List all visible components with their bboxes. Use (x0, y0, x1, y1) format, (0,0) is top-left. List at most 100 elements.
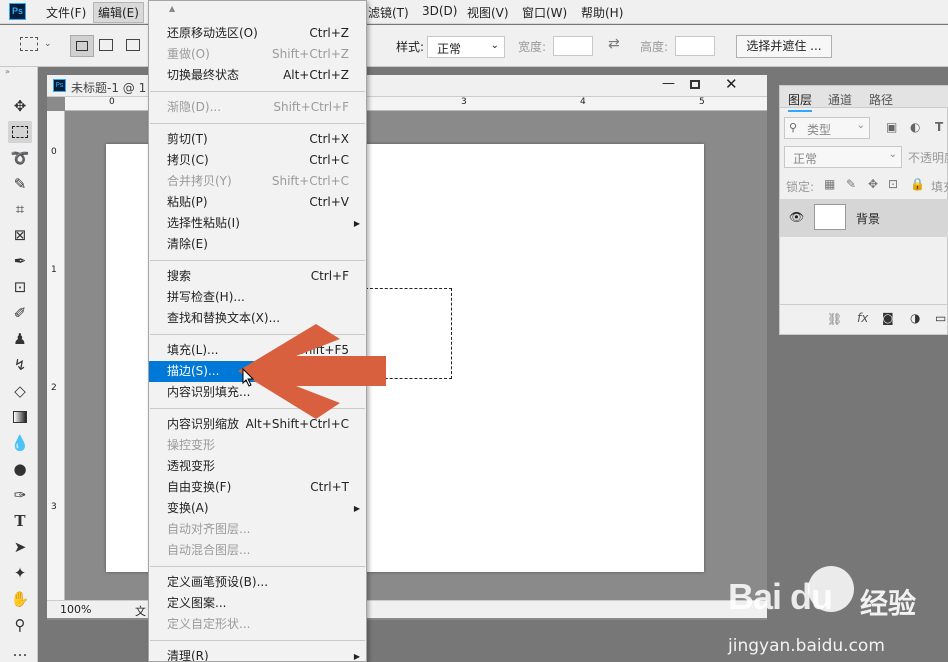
height-label: 高度: (640, 40, 669, 54)
type-tool-icon[interactable]: T (8, 510, 32, 532)
menu-item[interactable]: 拷贝(C) Ctrl+C (149, 150, 366, 171)
marquee-tool-icon[interactable] (20, 37, 38, 51)
menu-view[interactable]: 视图(V) (467, 4, 509, 21)
menu-item[interactable]: 切换最终状态 Alt+Ctrl+Z (149, 65, 366, 86)
menu-item[interactable]: 选择性粘贴(I) ▶ (149, 213, 366, 234)
lock-all-icon[interactable]: 🔒 (910, 177, 925, 191)
more-tools-icon[interactable]: … (8, 640, 32, 662)
healing-brush-tool-icon[interactable]: ⊡ (8, 276, 32, 298)
link-icon[interactable]: ⛓ (827, 312, 842, 326)
quick-select-tool-icon[interactable]: ✎ (8, 173, 32, 195)
menu-item-label: 内容识别缩放 (167, 417, 240, 431)
eye-icon[interactable]: 👁 (789, 210, 804, 224)
menu-item-label: 拷贝(C) (167, 153, 209, 167)
tab-paths[interactable]: 路径 (869, 91, 893, 108)
menu-item-shortcut: Shift+Ctrl+C (271, 174, 349, 188)
height-input[interactable] (675, 36, 715, 56)
history-brush-tool-icon[interactable]: ↯ (8, 354, 32, 376)
lock-position-icon[interactable]: ✥ (868, 177, 878, 191)
clone-stamp-tool-icon[interactable]: ♟ (8, 328, 32, 350)
menu-item[interactable]: 定义图案... (149, 593, 366, 614)
tab-channels[interactable]: 通道 (828, 91, 852, 108)
gradient-tool-icon[interactable] (8, 406, 32, 428)
ruler-tick: 0 (51, 147, 57, 157)
pen-tool-icon[interactable]: ✑ (8, 484, 32, 506)
doc-info[interactable]: 文 (135, 603, 146, 619)
menu-item-label: 操控变形 (167, 438, 216, 452)
ruler-tick: 1 (51, 265, 57, 275)
brush-tool-icon[interactable]: ✐ (8, 302, 32, 324)
select-and-mask-button[interactable]: 选择并遮住 ... (736, 35, 832, 58)
lock-image-icon[interactable]: ✎ (846, 177, 856, 191)
menu-item[interactable]: 搜索 Ctrl+F (149, 266, 366, 287)
blend-mode-select[interactable]: 正常 ⌄ (784, 146, 902, 168)
fx-icon[interactable]: fx (857, 311, 868, 325)
menu-window[interactable]: 窗口(W) (522, 4, 567, 21)
minimize-icon[interactable]: — (662, 76, 675, 91)
eyedropper-tool-icon[interactable]: ✒ (8, 250, 32, 272)
layer-name: 背景 (856, 212, 881, 226)
menu-item[interactable]: 粘贴(P) Ctrl+V (149, 192, 366, 213)
style-select[interactable]: 正常 ⌄ (427, 36, 505, 58)
lock-transparent-icon[interactable]: ▦ (824, 177, 835, 191)
submenu-arrow-icon: ▶ (353, 219, 360, 228)
blend-mode-value: 正常 (793, 152, 818, 166)
crop-tool-icon[interactable]: ⌗ (8, 198, 32, 220)
menu-item[interactable]: 剪切(T) Ctrl+X (149, 129, 366, 150)
swap-icon[interactable]: ⇄ (608, 36, 620, 52)
chevron-down-icon[interactable]: ⌄ (44, 39, 52, 49)
path-selection-tool-icon[interactable]: ➤ (8, 536, 32, 558)
layer-row[interactable]: 👁 背景 (780, 199, 948, 237)
menu-file[interactable]: 文件(F) (46, 4, 86, 21)
menu-item-label: 定义图案... (167, 596, 227, 610)
eraser-tool-icon[interactable]: ◇ (8, 380, 32, 402)
dodge-tool-icon[interactable]: ● (8, 458, 32, 480)
menu-item[interactable]: 清理(R) ▶ (149, 646, 366, 662)
custom-shape-tool-icon[interactable]: ✦ (8, 562, 32, 584)
subtract-selection-button[interactable] (126, 39, 140, 51)
new-selection-button[interactable] (70, 35, 94, 57)
menu-item-shortcut: Ctrl+T (310, 480, 349, 494)
scroll-up-icon[interactable]: ▲ (169, 4, 175, 13)
menu-item[interactable]: 清除(E) (149, 234, 366, 255)
adjustment-icon[interactable]: ◑ (910, 311, 920, 325)
menu-item-shortcut: Ctrl+Z (309, 26, 349, 40)
menu-item[interactable]: 自由变换(F) Ctrl+T (149, 477, 366, 498)
lasso-tool-icon[interactable]: ➰ (8, 147, 32, 169)
type-filter-icon[interactable]: T (935, 120, 943, 134)
menu-3d[interactable]: 3D(D) (422, 4, 457, 18)
menu-item[interactable]: 变换(A) ▶ (149, 498, 366, 519)
zoom-level[interactable]: 100% (60, 603, 91, 616)
zoom-tool-icon[interactable]: ⚲ (8, 614, 32, 636)
frame-tool-icon[interactable]: ⊠ (8, 224, 32, 246)
lock-artboard-icon[interactable]: ⊡ (888, 177, 898, 191)
tools-panel: » ✥ ➰ ✎ ⌗ ⊠ ✒ ⊡ ✐ ♟ ↯ ◇ 💧 ● ✑ T ➤ ✦ ✋ ⚲ … (0, 67, 38, 662)
menu-item-label: 清理(R) (167, 649, 209, 662)
menu-help[interactable]: 帮助(H) (581, 4, 623, 21)
fill-label: 填充 (931, 180, 948, 194)
vertical-ruler: 0 1 2 3 (47, 111, 65, 606)
width-input[interactable] (553, 36, 593, 56)
move-tool-icon[interactable]: ✥ (8, 95, 32, 117)
menu-item[interactable]: 还原移动选区(O) Ctrl+Z (149, 23, 366, 44)
mask-icon[interactable]: ◙ (882, 311, 894, 325)
blur-tool-icon[interactable]: 💧 (8, 432, 32, 454)
menu-item-label: 合并拷贝(Y) (167, 174, 232, 188)
layer-filter-select[interactable]: ⚲ 类型 ⌄ (784, 117, 870, 139)
menu-item[interactable]: 拼写检查(H)... (149, 287, 366, 308)
hand-tool-icon[interactable]: ✋ (8, 588, 32, 610)
folder-icon[interactable]: ▭ (935, 311, 946, 325)
menu-item[interactable]: 透视变形 (149, 456, 366, 477)
adjustment-filter-icon[interactable]: ◐ (910, 120, 920, 134)
collapse-icon[interactable]: » (5, 67, 10, 76)
close-icon[interactable]: ✕ (725, 75, 738, 93)
add-to-selection-button[interactable] (99, 39, 113, 51)
maximize-icon[interactable] (690, 80, 700, 89)
menu-filter[interactable]: 滤镜(T) (368, 4, 409, 21)
tab-layers[interactable]: 图层 (788, 91, 813, 112)
pixel-filter-icon[interactable]: ▣ (886, 120, 897, 134)
menu-item-label: 渐隐(D)... (167, 100, 222, 114)
marquee-tool-icon[interactable] (8, 121, 32, 143)
menu-edit[interactable]: 编辑(E) (93, 2, 144, 23)
menu-item[interactable]: 定义画笔预设(B)... (149, 572, 366, 593)
